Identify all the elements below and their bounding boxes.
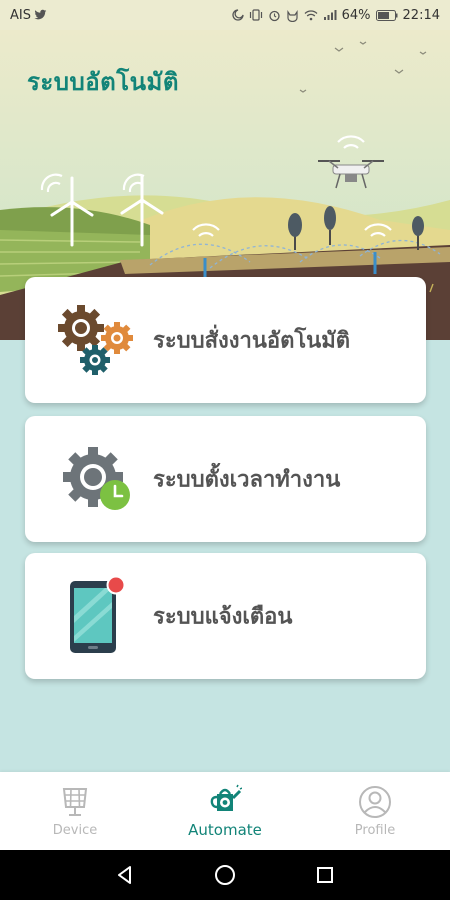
recents-square-icon: [317, 867, 333, 883]
nav-profile[interactable]: Profile: [300, 772, 450, 850]
cat-icon: [287, 9, 298, 22]
battery-icon: [375, 9, 398, 21]
card-label-timer: ระบบตั้งเวลาทำงาน: [153, 467, 341, 493]
user-icon: [359, 785, 391, 818]
gears-icon: [58, 305, 133, 375]
back-button[interactable]: [110, 860, 140, 890]
card-label-auto-command: ระบบสั่งงานอัตโนมัติ: [153, 328, 351, 354]
card-label-notification: ระบบแจ้งเตือน: [153, 604, 293, 630]
vibrate-icon: [249, 9, 262, 21]
gear-clock-icon: [63, 447, 130, 510]
wifi-icon: [304, 10, 318, 21]
nav-device[interactable]: Device: [0, 772, 150, 850]
system-navigation-bar: [0, 850, 450, 900]
battery-percent: 64%: [341, 7, 371, 23]
phone-notification-icon: [70, 576, 126, 653]
nav-label-profile: Profile: [354, 822, 396, 838]
home-button[interactable]: [210, 860, 240, 890]
home-circle-icon: [215, 865, 235, 885]
alarm-icon: [268, 10, 280, 21]
page-title: ระบบอัตโนมัติ: [27, 68, 179, 96]
back-triangle-icon: [118, 866, 131, 884]
carrier-label: AIS: [10, 7, 31, 23]
auto-command-card[interactable]: ระบบสั่งงานอัตโนมัติ: [25, 277, 426, 403]
mute-icon: [232, 9, 244, 21]
recents-button[interactable]: [310, 860, 340, 890]
twitter-icon: [34, 9, 47, 20]
timer-card[interactable]: ระบบตั้งเวลาทำงาน: [25, 416, 426, 542]
clock-time: 22:14: [402, 7, 440, 23]
notification-card[interactable]: ระบบแจ้งเตือน: [25, 553, 426, 679]
nav-label-device: Device: [52, 822, 98, 838]
solar-panel-icon: [62, 787, 88, 816]
status-left: AIS: [10, 8, 47, 23]
bottom-navigation: Device Automate Profile: [0, 772, 450, 850]
nav-automate[interactable]: Automate: [150, 772, 300, 850]
watering-can-icon: [210, 784, 242, 811]
status-bar: AIS 64% 22:14: [0, 0, 450, 30]
nav-label-automate: Automate: [188, 821, 262, 839]
status-right: 64% 22:14: [232, 8, 440, 23]
signal-icon: [323, 10, 337, 20]
